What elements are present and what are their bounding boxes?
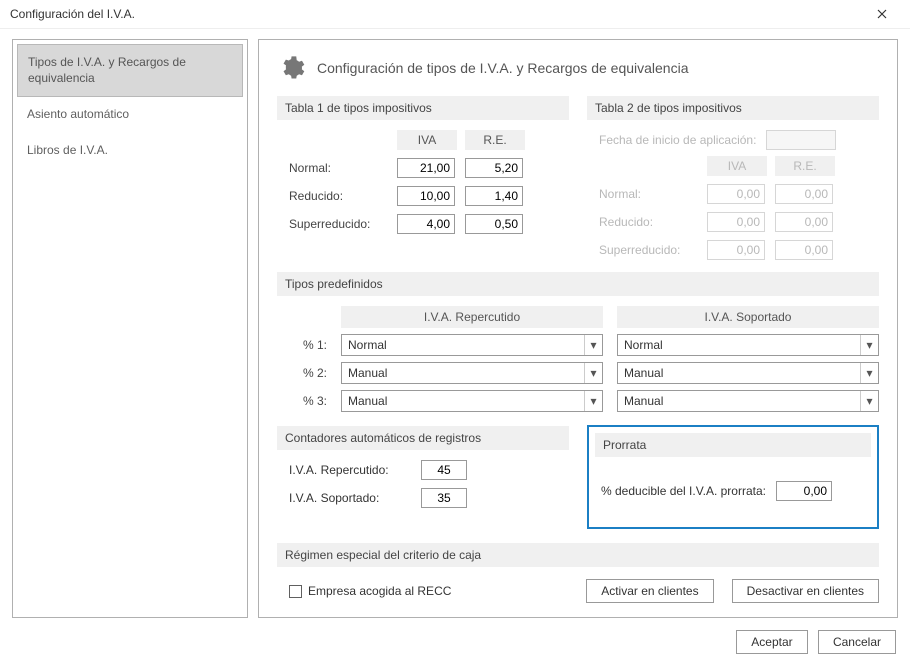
select-value: Normal xyxy=(348,338,584,352)
tabla1-normal-iva[interactable] xyxy=(397,158,455,178)
chevron-down-icon: ▾ xyxy=(860,335,878,355)
main-panel: Configuración de tipos de I.V.A. y Recar… xyxy=(258,39,898,618)
checkbox-icon xyxy=(289,585,302,598)
tabla2-col-iva: IVA xyxy=(707,156,767,176)
predef-header: Tipos predefinidos xyxy=(277,272,879,296)
tabla1-normal-re[interactable] xyxy=(465,158,523,178)
predef-sop-1[interactable]: Normal▾ xyxy=(617,334,879,356)
tabla2-super-label: Superreducido: xyxy=(599,243,699,257)
chevron-down-icon: ▾ xyxy=(584,391,602,411)
chevron-down-icon: ▾ xyxy=(584,363,602,383)
sidebar-item-libros[interactable]: Libros de I.V.A. xyxy=(17,133,243,169)
chevron-down-icon: ▾ xyxy=(860,391,878,411)
predef-sop-2[interactable]: Manual▾ xyxy=(617,362,879,384)
tabla1-normal-label: Normal: xyxy=(289,161,389,175)
predef-group-sop: I.V.A. Soportado xyxy=(617,306,879,328)
close-button[interactable] xyxy=(862,0,902,28)
tabla1-super-re[interactable] xyxy=(465,214,523,234)
tabla1-col-iva: IVA xyxy=(397,130,457,150)
tabla2-super-re xyxy=(775,240,833,260)
predef-sop-3[interactable]: Manual▾ xyxy=(617,390,879,412)
prorrata-label: % deducible del I.V.A. prorrata: xyxy=(601,484,766,498)
window-title: Configuración del I.V.A. xyxy=(10,7,862,21)
cancel-button[interactable]: Cancelar xyxy=(818,630,896,654)
predef-row2-label: % 2: xyxy=(283,366,327,380)
tabla1-reducido-label: Reducido: xyxy=(289,189,389,203)
contadores-sop-input[interactable] xyxy=(421,488,467,508)
gear-icon xyxy=(277,54,305,82)
chevron-down-icon: ▾ xyxy=(584,335,602,355)
contadores-rep-label: I.V.A. Repercutido: xyxy=(289,463,409,477)
tabla2-normal-label: Normal: xyxy=(599,187,699,201)
tabla2-fecha-input xyxy=(766,130,836,150)
contadores-rep-input[interactable] xyxy=(421,460,467,480)
tabla1-reducido-re[interactable] xyxy=(465,186,523,206)
tabla1-reducido-iva[interactable] xyxy=(397,186,455,206)
contadores-header: Contadores automáticos de registros xyxy=(277,426,569,450)
page-title: Configuración de tipos de I.V.A. y Recar… xyxy=(317,60,689,76)
tabla2-fecha-label: Fecha de inicio de aplicación: xyxy=(599,133,756,147)
tabla1-super-iva[interactable] xyxy=(397,214,455,234)
titlebar: Configuración del I.V.A. xyxy=(0,0,910,29)
tabla2-reducido-iva xyxy=(707,212,765,232)
prorrata-input[interactable] xyxy=(776,481,832,501)
sidebar-item-asiento[interactable]: Asiento automático xyxy=(17,97,243,133)
predef-rep-2[interactable]: Manual▾ xyxy=(341,362,603,384)
sidebar-item-label: Asiento automático xyxy=(27,107,129,121)
tabla1-super-label: Superreducido: xyxy=(289,217,389,231)
tabla2-header: Tabla 2 de tipos impositivos xyxy=(587,96,879,120)
ok-button[interactable]: Aceptar xyxy=(736,630,808,654)
recc-desactivar-button[interactable]: Desactivar en clientes xyxy=(732,579,879,603)
prorrata-header: Prorrata xyxy=(595,433,871,457)
tabla2-reducido-re xyxy=(775,212,833,232)
select-value: Manual xyxy=(348,366,584,380)
sidebar: Tipos de I.V.A. y Recargos de equivalenc… xyxy=(12,39,248,618)
sidebar-item-label: Tipos de I.V.A. y Recargos de equivalenc… xyxy=(28,55,186,85)
select-value: Normal xyxy=(624,338,860,352)
recc-checkbox[interactable]: Empresa acogida al RECC xyxy=(289,584,451,598)
tabla1-header: Tabla 1 de tipos impositivos xyxy=(277,96,569,120)
sidebar-item-tipos-iva[interactable]: Tipos de I.V.A. y Recargos de equivalenc… xyxy=(17,44,243,97)
tabla2-col-re: R.E. xyxy=(775,156,835,176)
prorrata-box: Prorrata % deducible del I.V.A. prorrata… xyxy=(587,425,879,529)
recc-header: Régimen especial del criterio de caja xyxy=(277,543,879,567)
recc-checkbox-label: Empresa acogida al RECC xyxy=(308,584,451,598)
chevron-down-icon: ▾ xyxy=(860,363,878,383)
predef-group-rep: I.V.A. Repercutido xyxy=(341,306,603,328)
select-value: Manual xyxy=(624,366,860,380)
tabla2-reducido-label: Reducido: xyxy=(599,215,699,229)
predef-row3-label: % 3: xyxy=(283,394,327,408)
predef-rep-3[interactable]: Manual▾ xyxy=(341,390,603,412)
predef-row1-label: % 1: xyxy=(283,338,327,352)
tabla2-super-iva xyxy=(707,240,765,260)
sidebar-item-label: Libros de I.V.A. xyxy=(27,143,108,157)
select-value: Manual xyxy=(348,394,584,408)
close-icon xyxy=(877,9,887,19)
recc-activar-button[interactable]: Activar en clientes xyxy=(586,579,713,603)
predef-rep-1[interactable]: Normal▾ xyxy=(341,334,603,356)
tabla1-col-re: R.E. xyxy=(465,130,525,150)
select-value: Manual xyxy=(624,394,860,408)
tabla2-normal-re xyxy=(775,184,833,204)
contadores-sop-label: I.V.A. Soportado: xyxy=(289,491,409,505)
tabla2-normal-iva xyxy=(707,184,765,204)
dialog-footer: Aceptar Cancelar xyxy=(0,626,910,657)
